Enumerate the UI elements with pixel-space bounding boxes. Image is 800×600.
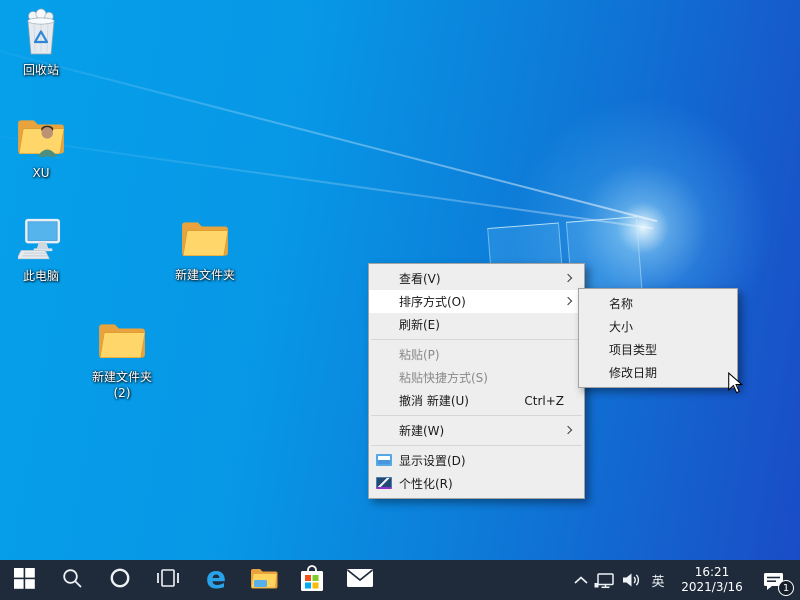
task-view-button[interactable]: [144, 560, 192, 600]
windows-logo-icon: [14, 568, 35, 593]
search-icon: [62, 568, 83, 593]
folder-icon: [97, 319, 147, 367]
search-button[interactable]: [48, 560, 96, 600]
taskbar-buttons: e: [0, 560, 384, 600]
folder-icon: [180, 217, 230, 265]
show-hidden-icons-button[interactable]: [570, 560, 592, 600]
desktop-icon-label: 回收站: [23, 63, 59, 79]
chevron-right-icon: [564, 274, 572, 282]
chevron-right-icon: [564, 426, 572, 434]
network-icon: [594, 572, 616, 589]
store-icon: [299, 563, 325, 597]
file-explorer-icon: [250, 567, 278, 593]
menu-item-refresh[interactable]: 刷新(E): [369, 313, 584, 336]
sort-by-submenu: 名称 大小 项目类型 修改日期: [578, 288, 738, 388]
network-button[interactable]: [592, 560, 618, 600]
personalization-icon: [376, 477, 392, 489]
menu-item-label: 显示设置(D): [399, 452, 466, 469]
desktop-icon-xu[interactable]: XU: [0, 115, 82, 182]
light-beam: [0, 130, 653, 229]
desktop-icon-label: 新建文件夹: [92, 370, 152, 386]
this-pc-icon: [18, 218, 64, 266]
recycle-bin-icon: [18, 8, 64, 60]
action-center-button[interactable]: 1: [752, 560, 796, 600]
menu-separator: [371, 415, 582, 416]
menu-item-label: 大小: [609, 318, 633, 335]
menu-item-personalize[interactable]: 个性化(R): [369, 472, 584, 495]
tray-date: 2021/3/16: [681, 580, 743, 595]
chevron-up-icon: [574, 576, 588, 585]
menu-item-label: 粘贴快捷方式(S): [399, 369, 488, 386]
edge-icon: e: [206, 564, 226, 594]
menu-item-label: 排序方式(O): [399, 293, 466, 310]
desktop-context-menu: 查看(V) 排序方式(O) 刷新(E) 粘贴(P) 粘贴快捷方式(S) 撤消 新…: [368, 263, 585, 499]
display-settings-icon: [376, 454, 392, 466]
mail-button[interactable]: [336, 560, 384, 600]
menu-item-shortcut: Ctrl+Z: [524, 394, 564, 408]
menu-item-label: 新建(W): [399, 422, 444, 439]
cortana-circle-icon: [109, 567, 131, 593]
menu-item-label: 查看(V): [399, 270, 441, 287]
chevron-right-icon: [564, 297, 572, 305]
user-folder-icon: [16, 115, 66, 163]
desktop-icon-new-folder-2[interactable]: 新建文件夹 (2): [81, 319, 163, 401]
desktop-icon-new-folder[interactable]: 新建文件夹: [164, 217, 246, 284]
start-button[interactable]: [0, 560, 48, 600]
mail-icon: [346, 568, 374, 592]
input-language-indicator[interactable]: 英: [644, 560, 672, 600]
menu-item-undo-new[interactable]: 撤消 新建(U) Ctrl+Z: [369, 389, 584, 412]
task-view-icon: [156, 567, 180, 593]
mouse-cursor: [727, 372, 743, 398]
menu-item-paste: 粘贴(P): [369, 343, 584, 366]
menu-item-paste-shortcut: 粘贴快捷方式(S): [369, 366, 584, 389]
menu-item-label: 粘贴(P): [399, 346, 440, 363]
clock[interactable]: 16:21 2021/3/16: [672, 560, 752, 600]
desktop-icon-label-line2: (2): [114, 386, 131, 402]
menu-item-view[interactable]: 查看(V): [369, 267, 584, 290]
menu-item-new[interactable]: 新建(W): [369, 419, 584, 442]
cortana-button[interactable]: [96, 560, 144, 600]
tray-time: 16:21: [681, 565, 743, 580]
submenu-item-name[interactable]: 名称: [579, 292, 737, 315]
screen: 回收站 XU: [0, 0, 800, 600]
desktop-icon-recycle-bin[interactable]: 回收站: [0, 8, 82, 79]
menu-item-label: 修改日期: [609, 364, 657, 381]
menu-item-label: 刷新(E): [399, 316, 440, 333]
taskbar: e: [0, 560, 800, 600]
system-tray: 英 16:21 2021/3/16 1: [570, 560, 800, 600]
desktop-icon-label: XU: [32, 166, 49, 182]
menu-separator: [371, 445, 582, 446]
menu-separator: [371, 339, 582, 340]
light-beam: [0, 40, 657, 222]
menu-item-label: 撤消 新建(U): [399, 392, 469, 409]
desktop-icon-label: 新建文件夹: [175, 268, 235, 284]
volume-button[interactable]: [618, 560, 644, 600]
submenu-item-date-modified[interactable]: 修改日期: [579, 361, 737, 384]
desktop-icon-this-pc[interactable]: 此电脑: [0, 218, 82, 285]
submenu-item-size[interactable]: 大小: [579, 315, 737, 338]
menu-item-label: 个性化(R): [399, 475, 453, 492]
volume-icon: [621, 572, 641, 588]
notification-badge: 1: [778, 580, 794, 596]
submenu-item-item-type[interactable]: 项目类型: [579, 338, 737, 361]
file-explorer-button[interactable]: [240, 560, 288, 600]
menu-item-display-settings[interactable]: 显示设置(D): [369, 449, 584, 472]
store-button[interactable]: [288, 560, 336, 600]
menu-item-label: 项目类型: [609, 341, 657, 358]
menu-item-sort-by[interactable]: 排序方式(O): [369, 290, 584, 313]
menu-item-label: 名称: [609, 295, 633, 312]
edge-button[interactable]: e: [192, 560, 240, 600]
desktop-icon-label: 此电脑: [23, 269, 59, 285]
